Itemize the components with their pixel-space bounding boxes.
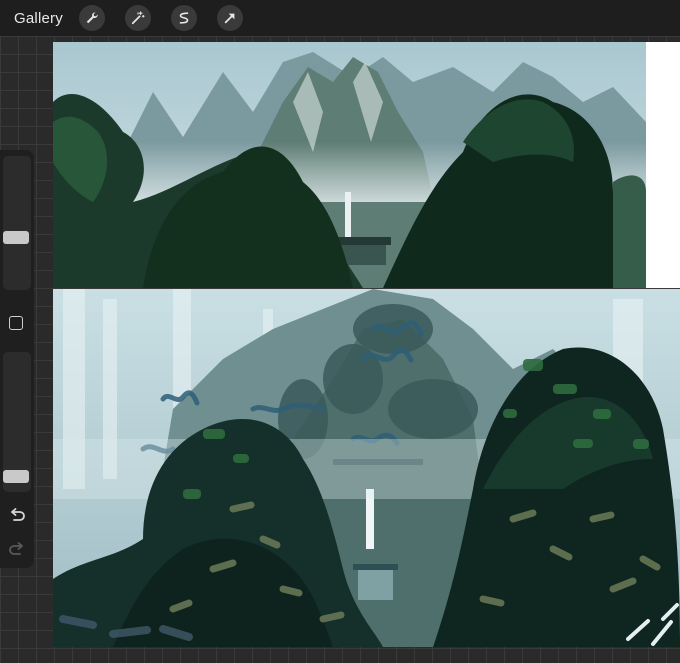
redo-icon[interactable] — [8, 540, 26, 558]
brush-sidebar — [0, 150, 34, 568]
gallery-button[interactable]: Gallery — [14, 10, 63, 27]
painted-study — [53, 289, 680, 647]
canvas-margin — [646, 42, 680, 288]
brush-size-handle[interactable] — [3, 231, 29, 245]
undo-icon[interactable] — [8, 506, 26, 524]
brush-size-slider[interactable] — [3, 156, 31, 290]
top-toolbar: Gallery — [0, 0, 680, 36]
wrench-icon[interactable] — [78, 5, 105, 31]
magic-wand-icon[interactable] — [124, 5, 151, 31]
reference-photo — [53, 42, 646, 288]
opacity-handle[interactable] — [3, 470, 29, 484]
modify-button[interactable] — [9, 316, 23, 330]
selection-icon[interactable] — [170, 5, 197, 31]
transform-arrow-icon[interactable] — [216, 5, 243, 31]
